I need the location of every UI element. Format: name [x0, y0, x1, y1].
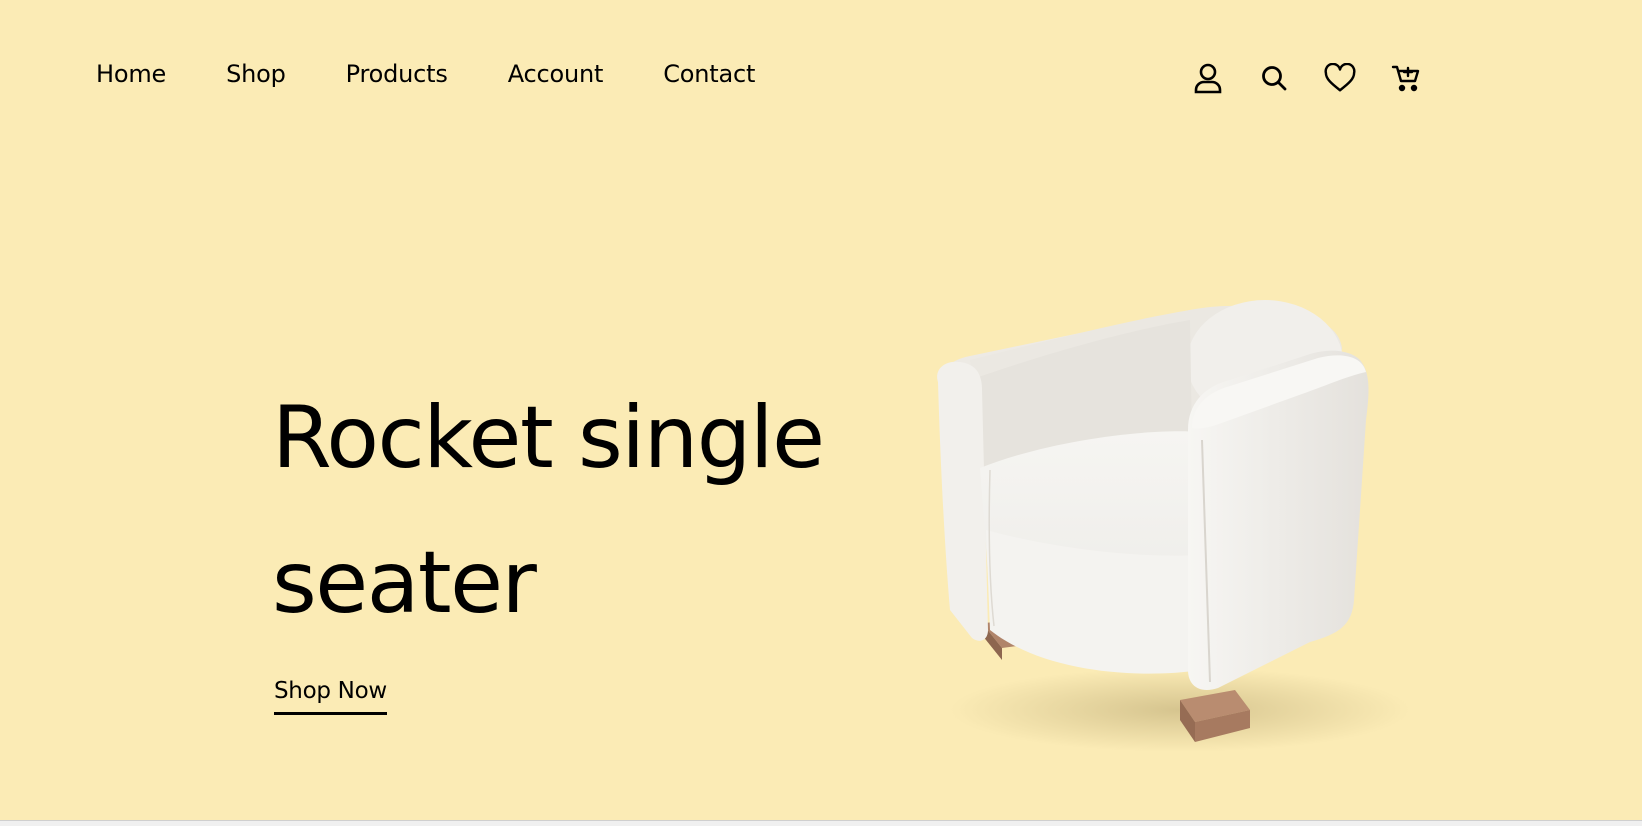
- page: Home Shop Products Account Contact Rocke…: [0, 0, 1642, 826]
- nav-home[interactable]: Home: [96, 60, 166, 88]
- armchair-image: [930, 290, 1410, 760]
- header-icons: [1192, 62, 1422, 94]
- nav-products[interactable]: Products: [346, 60, 448, 88]
- bottom-divider: [0, 820, 1642, 826]
- nav-shop[interactable]: Shop: [226, 60, 286, 88]
- account-icon[interactable]: [1192, 62, 1224, 94]
- nav-contact[interactable]: Contact: [663, 60, 755, 88]
- cart-icon[interactable]: [1390, 62, 1422, 94]
- nav-account[interactable]: Account: [508, 60, 604, 88]
- main-nav: Home Shop Products Account Contact: [96, 60, 755, 88]
- shop-now-link[interactable]: Shop Now: [274, 678, 387, 715]
- heart-icon[interactable]: [1324, 62, 1356, 94]
- search-icon[interactable]: [1258, 62, 1290, 94]
- hero-title: Rocket single seater: [272, 388, 825, 633]
